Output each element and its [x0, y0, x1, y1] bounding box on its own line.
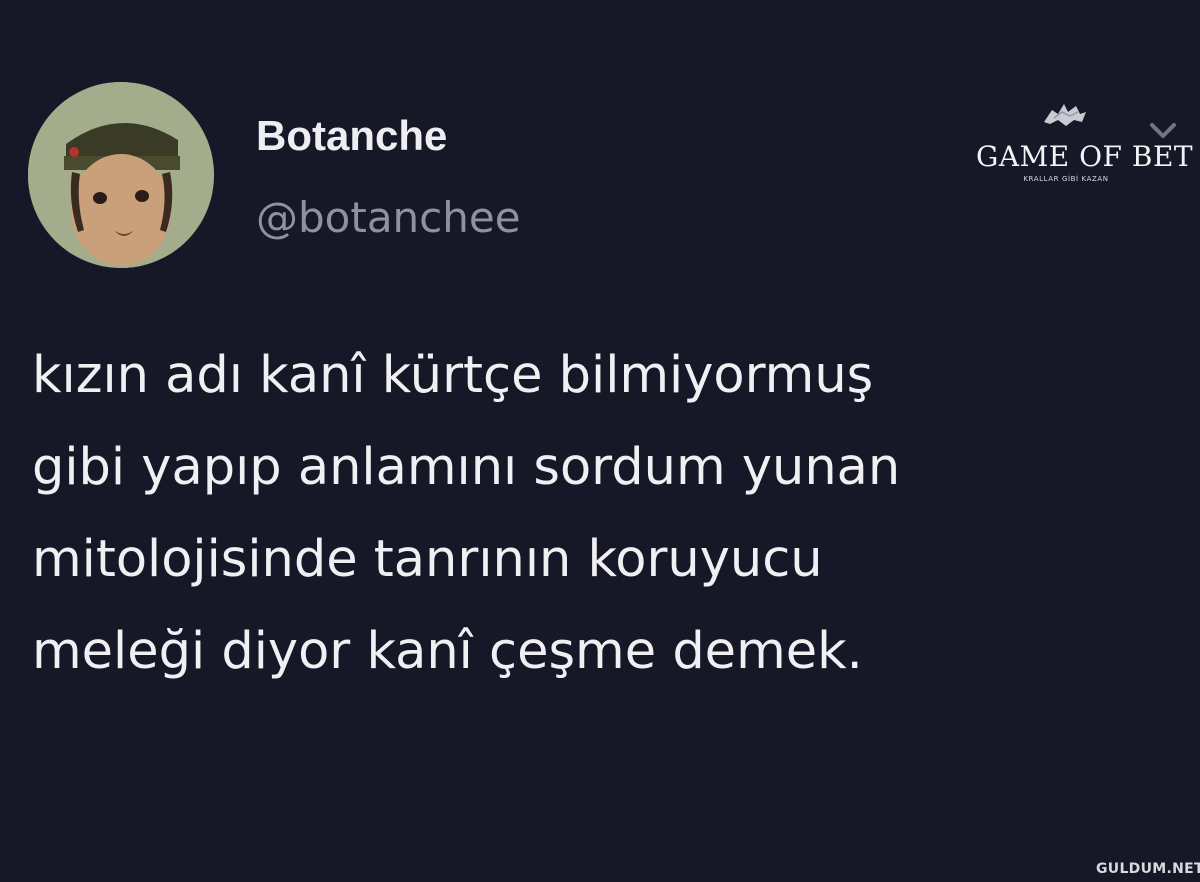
profile-avatar[interactable] — [28, 82, 214, 268]
logo-wordmark: GAME OF BET — [976, 140, 1194, 173]
tweet-text-line: meleği diyor kanî çeşme demek. — [32, 622, 863, 681]
site-watermark: GULDUM.NET — [1096, 861, 1200, 877]
tweet-card: Botanche @botanchee GAME OF BET KRALLAR … — [0, 0, 1200, 882]
wolf-emblem-icon — [1044, 104, 1086, 126]
tweet-body: kızın adı kanî kürtçe bilmiyormuş gibi y… — [32, 330, 1172, 698]
tweet-text-line: mitolojisinde tanrının koruyucu — [32, 530, 823, 589]
game-of-bet-logo: GAME OF BET KRALLAR GİBİ KAZAN — [976, 100, 1194, 186]
tweet-text-line: gibi yapıp anlamını sordum yunan — [32, 438, 901, 497]
display-name[interactable]: Botanche — [256, 110, 447, 162]
user-handle[interactable]: @botanchee — [256, 190, 521, 246]
logo-tagline: KRALLAR GİBİ KAZAN — [1023, 175, 1109, 183]
avatar-photo-icon — [28, 82, 214, 268]
tweet-text-line: kızın adı kanî kürtçe bilmiyormuş — [32, 346, 874, 405]
